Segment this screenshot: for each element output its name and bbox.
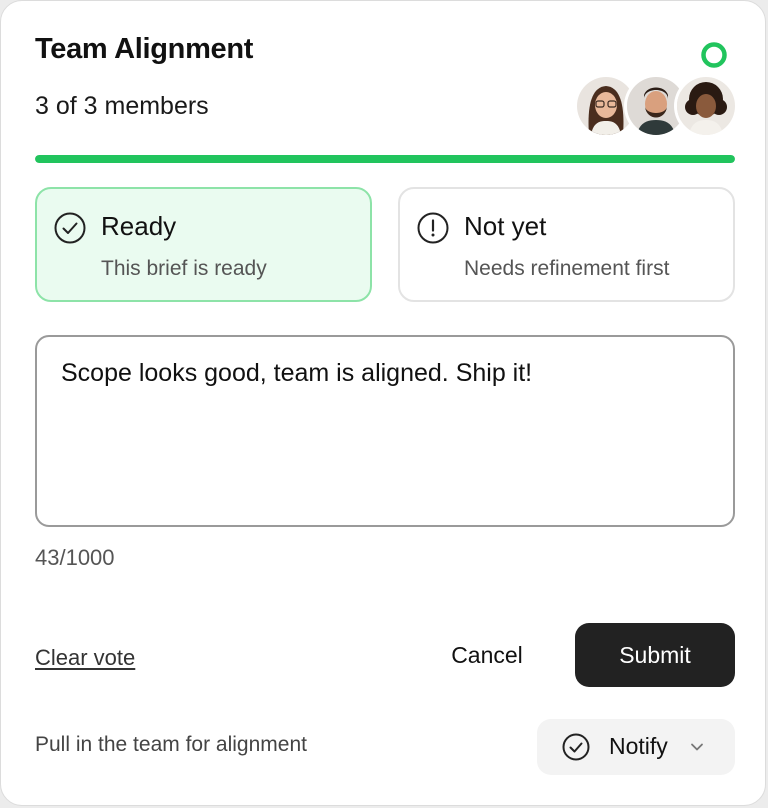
option-ready-subtitle: This brief is ready [101,257,267,280]
option-ready-title: Ready [101,211,177,241]
submit-button[interactable]: Submit [575,623,735,687]
option-not-yet-subtitle: Needs refinement first [464,257,670,280]
footer-hint: Pull in the team for alignment [35,733,307,756]
option-not-yet-title: Not yet [464,211,547,241]
team-alignment-card: Team Alignment 3 of 3 members Ready This… [0,0,766,806]
progress-fill [35,155,735,163]
avatar [677,77,735,135]
notify-label: Notify [609,733,668,759]
cancel-button[interactable]: Cancel [429,623,545,687]
card-title: Team Alignment [35,33,254,65]
check-circle-icon [54,212,86,244]
option-not-yet[interactable]: Not yet Needs refinement first [398,187,735,302]
members-count: 3 of 3 members [35,92,209,120]
notify-dropdown-button[interactable]: Notify [537,719,735,775]
alignment-progress-bar [35,155,735,163]
comment-textarea[interactable] [35,335,735,527]
character-counter: 43/1000 [35,545,115,570]
status-ring-icon [701,42,727,68]
chevron-down-icon [691,743,703,751]
avatar-stack [577,77,735,137]
exclamation-circle-icon [417,212,449,244]
clear-vote-link[interactable]: Clear vote [35,645,135,671]
option-ready[interactable]: Ready This brief is ready [35,187,372,302]
check-circle-icon [562,733,590,761]
